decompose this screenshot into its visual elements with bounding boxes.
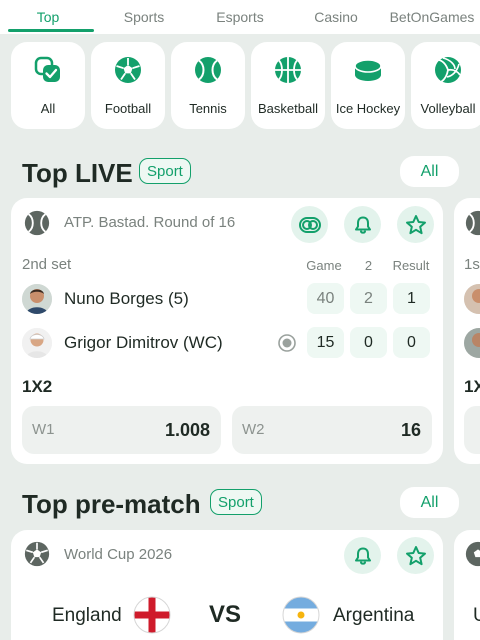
live-match-card[interactable]: ATP. Bastad. Round of 16 2nd set Game 2 … (11, 198, 443, 464)
top-prematch-all-button[interactable]: All (400, 487, 459, 518)
match-period: 1s (464, 256, 480, 273)
tab-top[interactable]: Top (0, 0, 96, 34)
market-title: 1X2 (22, 377, 53, 396)
player-2-set-score: 0 (350, 327, 387, 358)
top-live-title: Top LIVE (22, 158, 133, 188)
favorite-button[interactable] (397, 206, 434, 243)
tab-casino[interactable]: Casino (288, 0, 384, 34)
notify-button[interactable] (344, 537, 381, 574)
sport-tile-label: Basketball (258, 101, 318, 116)
column-set: 2 (364, 258, 373, 273)
player-2-game-score: 15 (307, 327, 344, 358)
team-name: U (473, 605, 480, 626)
top-live-sport-badge[interactable]: Sport (139, 158, 191, 184)
tab-casino-label: Casino (314, 9, 358, 25)
argentina-flag-icon (282, 596, 320, 634)
player-avatar (464, 284, 480, 314)
tab-top-label: Top (36, 9, 60, 25)
top-prematch-title: Top pre-match (22, 489, 201, 519)
sport-tile-label: All (40, 101, 56, 116)
volleyball-icon (433, 55, 463, 85)
tennis-ball-icon (464, 209, 480, 237)
odd-w2-button[interactable]: W2 16 (232, 406, 432, 454)
odd-label: W1 (32, 421, 55, 438)
football-icon (113, 55, 143, 85)
notify-button[interactable] (344, 206, 381, 243)
sport-tile-label: Tennis (189, 101, 227, 116)
tournament-name: World Cup 2026 (64, 546, 173, 563)
all-sports-icon (33, 55, 63, 85)
sport-tiles-row: All Football Tennis Basketball Ice Hocke… (0, 42, 480, 130)
market-title: 1X (464, 377, 480, 396)
tennis-ball-icon (193, 55, 223, 85)
tennis-ball-icon (23, 209, 51, 237)
sport-tile-label: Ice Hockey (335, 101, 401, 116)
top-tab-bar: Top Sports Esports Casino BetOnGames (0, 0, 480, 34)
sport-tile-tennis[interactable]: Tennis (171, 42, 245, 129)
player-1-set-score: 2 (350, 283, 387, 314)
top-prematch-sport-badge[interactable]: Sport (210, 489, 262, 515)
link-rings-icon (298, 216, 321, 233)
prematch-card[interactable]: World Cup 2026 England VS Argentina (11, 530, 443, 640)
match-stats-button[interactable] (291, 206, 328, 243)
sport-tile-volleyball[interactable]: Volleyball (411, 42, 480, 129)
favorite-button[interactable] (397, 537, 434, 574)
tab-sports[interactable]: Sports (96, 0, 192, 34)
team-1-name: England (52, 605, 122, 626)
tab-esports-label: Esports (216, 9, 264, 25)
bell-icon (354, 216, 371, 234)
odd-value: 16 (400, 420, 421, 440)
prematch-card-next[interactable]: U (454, 530, 480, 640)
odd-w1-button[interactable]: W1 1.008 (22, 406, 221, 454)
tab-sports-label: Sports (123, 9, 165, 25)
player-2-name: Grigor Dimitrov (WC) (64, 333, 223, 352)
tab-betongames[interactable]: BetOnGames (384, 0, 480, 34)
sport-tile-basketball[interactable]: Basketball (251, 42, 325, 129)
serving-indicator-icon (277, 333, 297, 353)
odd-value: 1.008 (164, 420, 210, 440)
team-2-name: Argentina (333, 605, 415, 626)
star-icon (405, 214, 426, 234)
player-avatar (22, 328, 52, 358)
match-period: 2nd set (22, 256, 72, 273)
sport-tile-label: Football (104, 101, 152, 116)
column-game: Game (306, 258, 342, 273)
basketball-icon (273, 55, 303, 85)
football-icon (464, 540, 480, 568)
column-result: Result (392, 258, 430, 273)
sport-tile-label: Volleyball (420, 101, 476, 116)
sport-tile-football[interactable]: Football (91, 42, 165, 129)
star-icon (405, 545, 426, 565)
top-live-all-button[interactable]: All (400, 156, 459, 187)
sport-tile-ice-hockey[interactable]: Ice Hockey (331, 42, 405, 129)
tab-esports[interactable]: Esports (192, 0, 288, 34)
odd-label: W2 (242, 421, 265, 438)
football-icon (23, 540, 51, 568)
tab-betongames-label: BetOnGames (389, 9, 475, 25)
odd-button[interactable] (464, 406, 480, 454)
player-1-result: 1 (393, 283, 430, 314)
live-match-card-next[interactable]: 1s 1X (454, 198, 480, 464)
hockey-puck-icon (353, 55, 383, 85)
england-flag-icon (133, 596, 171, 634)
player-1-game-score: 40 (307, 283, 344, 314)
bell-icon (354, 547, 371, 565)
sport-tile-all[interactable]: All (11, 42, 85, 129)
player-1-name: Nuno Borges (5) (64, 289, 189, 308)
versus-label: VS (209, 601, 242, 628)
tournament-name: ATP. Bastad. Round of 16 (64, 214, 236, 231)
player-avatar (464, 328, 480, 358)
player-avatar (22, 284, 52, 314)
player-2-result: 0 (393, 327, 430, 358)
